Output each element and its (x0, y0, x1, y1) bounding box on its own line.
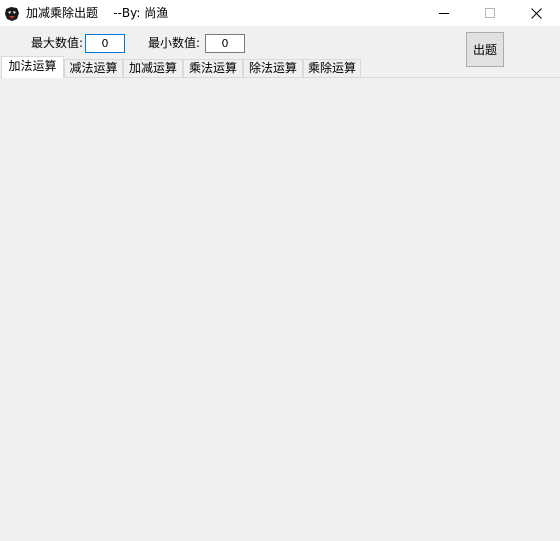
tab-multiply-divide[interactable]: 乘除运算 (303, 59, 361, 77)
tab-multiplication[interactable]: 乘法运算 (183, 59, 243, 77)
generate-button[interactable]: 出题 (466, 32, 504, 67)
min-value-label: 最小数值: (148, 36, 201, 50)
tab-addition[interactable]: 加法运算 (1, 56, 64, 78)
close-icon (530, 7, 542, 19)
minimize-button[interactable] (421, 0, 467, 26)
window-title: 加减乘除出题 --By: 尚渔 (26, 6, 169, 20)
tab-content-panel (0, 77, 560, 541)
tab-subtraction[interactable]: 减法运算 (64, 59, 123, 77)
tab-add-subtract[interactable]: 加减运算 (123, 59, 183, 77)
tab-division[interactable]: 除法运算 (243, 59, 303, 77)
minimize-icon (439, 8, 449, 18)
maximize-button[interactable] (467, 0, 513, 26)
title-bar[interactable]: 加减乘除出题 --By: 尚渔 (0, 0, 560, 26)
maximize-icon (485, 8, 495, 18)
close-button[interactable] (513, 0, 559, 26)
max-value-label: 最大数值: (31, 36, 84, 50)
app-logo-icon (4, 6, 20, 22)
min-value-input[interactable] (205, 34, 245, 53)
app-window: 加减乘除出题 --By: 尚渔 最大数值: 最小数值: 出题 加法运算 减法运算… (0, 0, 560, 541)
max-value-input[interactable] (85, 34, 125, 53)
